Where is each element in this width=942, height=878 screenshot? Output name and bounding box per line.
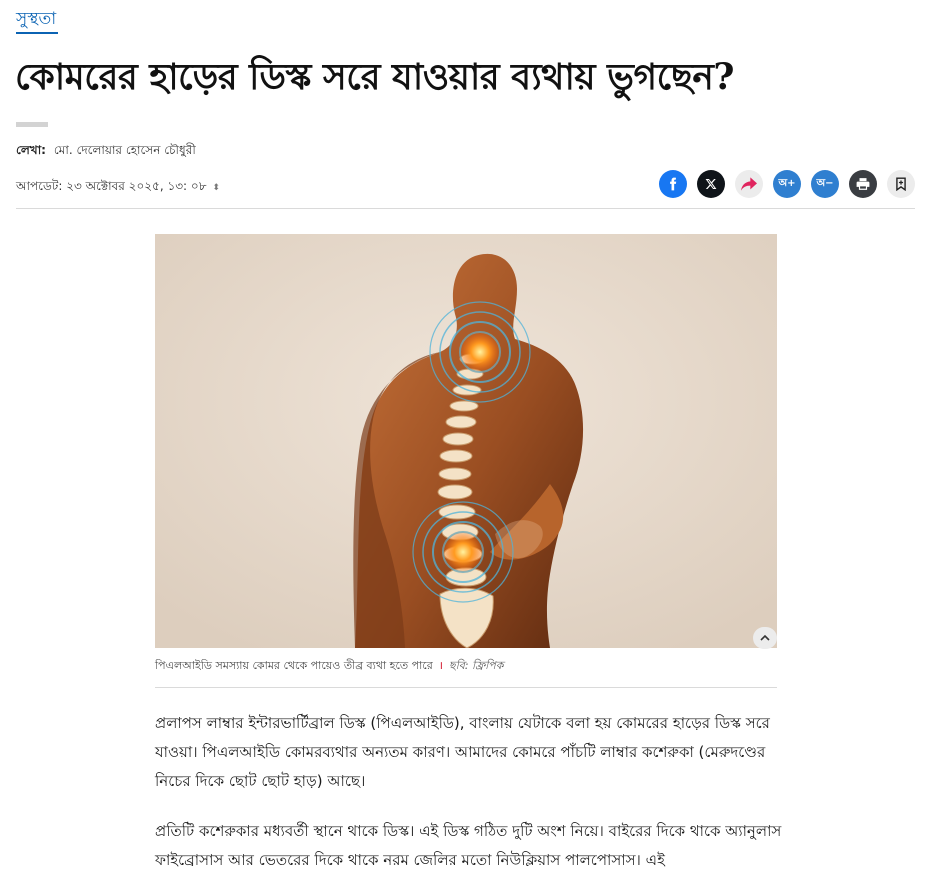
bookmark-icon[interactable] [887, 170, 915, 198]
byline: লেখা: মো. দেলোয়ার হোসেন চৌধুরী [16, 142, 196, 162]
caption-divider [155, 687, 777, 688]
header-divider [16, 208, 915, 209]
updated-timestamp: আপডেট: ২৩ অক্টোবর ২০২৫, ১৩: ০৮ ⬍ [16, 178, 220, 198]
headline: কোমরের হাড়ের ডিস্ক সরে যাওয়ার ব্যথায় … [15, 56, 734, 98]
print-icon[interactable] [849, 170, 877, 198]
share-icon[interactable] [735, 170, 763, 198]
facebook-icon[interactable] [659, 170, 687, 198]
photo-credit: ছবি: ফ্রিপিক [448, 659, 504, 672]
font-decrease-icon[interactable]: অ− [811, 170, 839, 198]
caption-text: পিএলআইডি সমস্যায় কোমর থেকে পায়েও তীব্র… [155, 659, 433, 672]
font-increase-icon[interactable]: অ+ [773, 170, 801, 198]
x-icon[interactable] [697, 170, 725, 198]
share-toolbar: অ+ অ− [659, 170, 915, 198]
sort-toggle-icon[interactable]: ⬍ [212, 183, 220, 193]
section-underline [16, 32, 58, 34]
collapse-image-button[interactable] [753, 627, 777, 649]
byline-label: লেখা: [16, 143, 46, 157]
section-link[interactable]: সুস্থতা [16, 6, 56, 34]
byline-divider [16, 122, 48, 127]
article-paragraph-1: প্রলাপস লাম্বার ইন্টারভার্টিব্রাল ডিস্ক … [155, 714, 770, 790]
author-name[interactable]: মো. দেলোয়ার হোসেন চৌধুরী [54, 143, 196, 157]
updated-text: আপডেট: ২৩ অক্টোবর ২০২৫, ১৩: ০৮ [16, 179, 207, 193]
article-image[interactable] [155, 234, 777, 648]
caption-separator: । [438, 659, 443, 672]
article-paragraph-2: প্রতিটি কশেরুকার মধ্যবর্তী স্থানে থাকে ড… [155, 822, 782, 869]
image-caption: পিএলআইডি সমস্যায় কোমর থেকে পায়েও তীব্র… [155, 657, 503, 676]
